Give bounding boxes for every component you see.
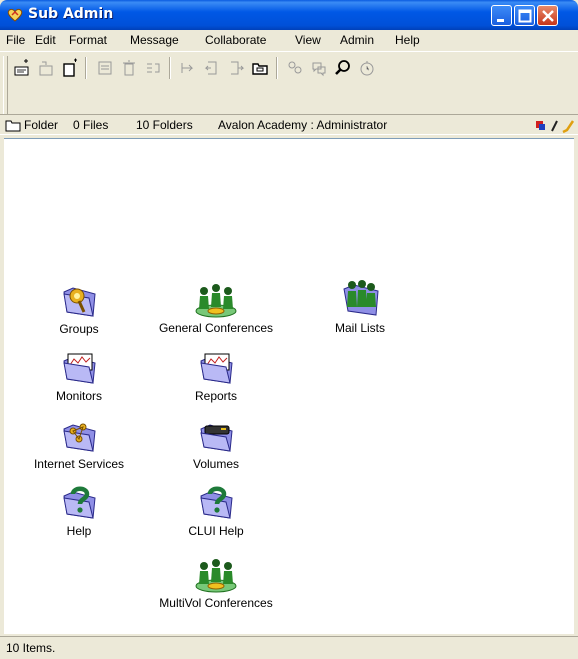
folder-item-multivol-conferences[interactable]: MultiVol Conferences bbox=[141, 552, 291, 610]
collaborate-icon[interactable] bbox=[285, 58, 305, 78]
groups-folder-icon bbox=[63, 287, 96, 317]
clui-help-folder-icon bbox=[200, 486, 233, 519]
minimize-button[interactable] bbox=[491, 5, 512, 26]
monitors-folder-icon bbox=[63, 353, 96, 384]
item-label: Internet Services bbox=[33, 457, 125, 471]
conference-people-icon bbox=[195, 559, 237, 593]
folder-count: 10 Folders bbox=[136, 118, 193, 132]
menu-collaborate[interactable]: Collaborate bbox=[205, 33, 266, 47]
item-label: Reports bbox=[194, 389, 238, 403]
item-count-status: 10 Items. bbox=[6, 641, 56, 655]
next-icon[interactable] bbox=[226, 58, 246, 78]
toolbar-separator bbox=[85, 57, 87, 79]
minimize-icon bbox=[497, 19, 504, 22]
file-count: 0 Files bbox=[73, 118, 109, 132]
item-label: MultiVol Conferences bbox=[159, 596, 273, 610]
move-icon[interactable] bbox=[143, 58, 163, 78]
menu-admin[interactable]: Admin bbox=[340, 33, 374, 47]
toolbar-separator bbox=[276, 57, 278, 79]
folder-up-icon[interactable] bbox=[250, 58, 270, 78]
toolbar-separator bbox=[169, 57, 171, 79]
item-label: Mail Lists bbox=[334, 321, 385, 335]
search-icon[interactable] bbox=[333, 58, 353, 78]
menu-file[interactable]: File bbox=[6, 33, 25, 47]
location-type: Folder bbox=[24, 118, 59, 132]
conference-people-icon bbox=[195, 284, 237, 318]
item-label: Groups bbox=[59, 322, 99, 336]
mail-lists-people-icon bbox=[343, 280, 379, 316]
reply-icon[interactable] bbox=[36, 58, 56, 78]
sub-admin-window: Sub Admin File Edit Format Message Colla… bbox=[0, 0, 578, 659]
location-bar: Folder 0 Files 10 Folders Avalon Academy… bbox=[0, 114, 578, 135]
help-folder-icon bbox=[63, 486, 96, 519]
location-path: Avalon Academy : Administrator bbox=[218, 118, 388, 132]
close-button[interactable] bbox=[537, 5, 558, 26]
reports-folder-icon bbox=[200, 353, 233, 384]
menu-message[interactable]: Message bbox=[130, 33, 179, 47]
volumes-folder-icon bbox=[200, 424, 233, 452]
folder-item-mail-lists[interactable]: Mail Lists bbox=[315, 277, 405, 335]
previous-icon[interactable] bbox=[202, 58, 222, 78]
folder-item-clui-help[interactable]: CLUI Help bbox=[171, 484, 261, 538]
menu-help[interactable]: Help bbox=[395, 33, 420, 47]
delete-icon[interactable] bbox=[119, 58, 139, 78]
internet-services-folder-icon bbox=[63, 423, 96, 452]
maximize-button[interactable] bbox=[514, 5, 535, 26]
item-label: General Conferences bbox=[158, 321, 274, 335]
toolbar bbox=[0, 51, 578, 114]
folder-item-internet-services[interactable]: Internet Services bbox=[12, 417, 146, 471]
menu-format[interactable]: Format bbox=[69, 33, 107, 47]
item-label: Volumes bbox=[192, 457, 240, 471]
print-icon[interactable] bbox=[95, 58, 115, 78]
menu-bar: File Edit Format Message Collaborate Vie… bbox=[0, 30, 578, 51]
presence-icon[interactable] bbox=[534, 118, 576, 134]
title-bar[interactable]: Sub Admin bbox=[0, 0, 578, 30]
item-label: Help bbox=[66, 524, 92, 538]
status-bar: 10 Items. bbox=[0, 636, 578, 659]
new-message-icon[interactable] bbox=[12, 58, 32, 78]
item-label: CLUI Help bbox=[188, 524, 244, 538]
folder-contents: Groups General Conferences Mail Lists Mo… bbox=[4, 138, 574, 634]
timer-icon[interactable] bbox=[357, 58, 377, 78]
chat-icon[interactable] bbox=[309, 58, 329, 78]
menu-view[interactable]: View bbox=[295, 33, 321, 47]
new-document-icon[interactable] bbox=[60, 58, 80, 78]
folder-item-volumes[interactable]: Volumes bbox=[171, 417, 261, 471]
folder-item-help[interactable]: Help bbox=[34, 484, 124, 538]
folder-icon bbox=[5, 120, 21, 132]
maximize-icon bbox=[518, 9, 532, 23]
folder-item-monitors[interactable]: Monitors bbox=[34, 349, 124, 403]
app-heart-icon bbox=[7, 8, 23, 22]
forward-icon[interactable] bbox=[178, 58, 198, 78]
folder-item-groups[interactable]: Groups bbox=[34, 282, 124, 336]
item-label: Monitors bbox=[55, 389, 102, 403]
window-title: Sub Admin bbox=[28, 6, 114, 22]
toolbar-grip[interactable] bbox=[3, 56, 8, 114]
folder-item-reports[interactable]: Reports bbox=[171, 349, 261, 403]
close-icon bbox=[542, 10, 554, 22]
folder-item-general-conferences[interactable]: General Conferences bbox=[146, 277, 286, 335]
menu-edit[interactable]: Edit bbox=[35, 33, 56, 47]
